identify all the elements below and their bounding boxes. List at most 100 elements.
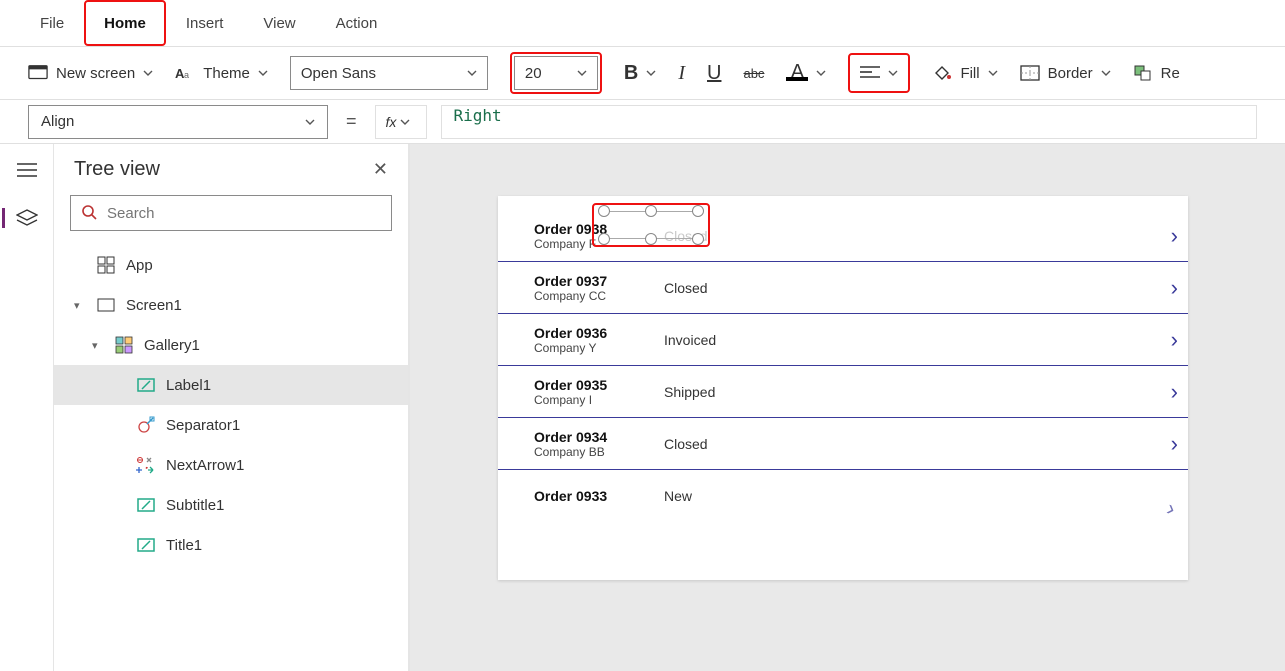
tree: App ▾ Screen1 ▾ Gallery1 Label1 Separato…	[68, 245, 394, 565]
menu-tab-file[interactable]: File	[20, 0, 84, 46]
tree-node-title[interactable]: Title1	[54, 525, 408, 565]
label-icon	[136, 375, 156, 395]
font-color-button[interactable]: A	[786, 65, 826, 81]
tree-view-title: Tree view	[74, 158, 160, 181]
hamburger-button[interactable]	[15, 160, 39, 180]
separator-icon	[136, 415, 156, 435]
border-icon	[1020, 63, 1040, 83]
main-area: Tree view ✕ App ▾ Screen1 ▾ Gall	[0, 144, 1285, 671]
theme-icon: Aa	[175, 63, 195, 83]
font-name-combo[interactable]: Open Sans	[290, 56, 488, 90]
chevron-right-icon[interactable]: ›	[1130, 223, 1178, 249]
strikethrough-button[interactable]: abc	[743, 66, 764, 81]
bold-button[interactable]: B	[624, 62, 656, 85]
tree-node-app[interactable]: App	[68, 245, 394, 285]
order-title: Order 0933	[534, 488, 664, 504]
label-icon	[136, 495, 156, 515]
tree-search-input[interactable]	[105, 204, 381, 223]
chevron-down-icon	[577, 68, 587, 78]
gallery-row[interactable]: Order 0935 Company I Shipped ›	[498, 366, 1188, 418]
screen-icon	[28, 63, 48, 83]
align-left-icon	[860, 63, 880, 83]
tree-node-nextarrow[interactable]: NextArrow1	[54, 445, 408, 485]
fx-button[interactable]: fx	[375, 105, 427, 139]
tree-node-label: Label1	[166, 377, 211, 394]
chevron-down-icon	[646, 68, 656, 78]
theme-button[interactable]: Aa Theme	[175, 63, 268, 83]
font-color-icon: A	[786, 65, 808, 81]
fill-label: Fill	[960, 65, 979, 82]
label-icon	[136, 535, 156, 555]
svg-text:a: a	[184, 70, 189, 80]
tree-view-rail-button[interactable]	[2, 208, 39, 228]
chevron-right-icon[interactable]: ›	[1130, 275, 1178, 301]
gallery-row[interactable]: Order 0936 Company Y Invoiced ›	[498, 314, 1188, 366]
order-title: Order 0934	[534, 429, 664, 445]
menu-tab-action[interactable]: Action	[316, 0, 398, 46]
new-screen-button[interactable]: New screen	[28, 63, 153, 83]
gallery-row[interactable]: Order 0937 Company CC Closed ›	[498, 262, 1188, 314]
tree-node-screen[interactable]: ▾ Screen1	[68, 285, 394, 325]
chevron-down-icon	[988, 68, 998, 78]
strikethrough-icon: abc	[743, 66, 764, 81]
gallery-row[interactable]: Order 0938 Company F Closed ›	[498, 210, 1188, 262]
new-screen-label: New screen	[56, 65, 135, 82]
menu-tab-view[interactable]: View	[243, 0, 315, 46]
order-subtitle: Company Y	[534, 341, 664, 355]
tree-node-separator[interactable]: Separator1	[54, 405, 408, 445]
status-label: New	[664, 488, 1130, 504]
underline-icon: U	[707, 62, 721, 85]
gallery[interactable]: Order 0938 Company F Closed ›	[498, 196, 1188, 522]
font-size-value: 20	[525, 65, 542, 82]
chevron-down-icon	[305, 117, 315, 127]
theme-label: Theme	[203, 65, 250, 82]
gallery-row[interactable]: Order 0934 Company BB Closed ›	[498, 418, 1188, 470]
reorder-button[interactable]: Re	[1133, 63, 1180, 83]
status-label: Closed	[664, 436, 1130, 452]
chevron-right-icon[interactable]: ›	[1125, 481, 1179, 522]
chevron-right-icon[interactable]: ›	[1130, 431, 1178, 457]
order-subtitle: Company BB	[534, 445, 664, 459]
expand-icon[interactable]: ▾	[74, 299, 86, 312]
close-icon[interactable]: ✕	[373, 159, 388, 180]
chevron-right-icon[interactable]: ›	[1130, 379, 1178, 405]
tree-node-label: Screen1	[126, 297, 182, 314]
formula-input[interactable]: Right	[441, 105, 1257, 139]
fx-label: fx	[386, 114, 397, 130]
selection-handles[interactable]	[604, 211, 698, 239]
order-title: Order 0937	[534, 273, 664, 289]
canvas-area[interactable]: Order 0938 Company F Closed ›	[410, 144, 1285, 671]
formula-bar: Align = fx Right	[0, 100, 1285, 144]
fill-button[interactable]: Fill	[932, 63, 997, 83]
italic-button[interactable]: I	[678, 62, 685, 85]
tree-node-label: Subtitle1	[166, 497, 224, 514]
tree-node-gallery[interactable]: ▾ Gallery1	[68, 325, 394, 365]
layers-icon	[16, 209, 38, 227]
gallery-row[interactable]: Order 0933 New ›	[498, 470, 1188, 522]
align-highlight	[848, 53, 910, 93]
reorder-label: Re	[1161, 65, 1180, 82]
expand-icon[interactable]: ▾	[92, 339, 104, 352]
screen-canvas[interactable]: Order 0938 Company F Closed ›	[498, 196, 1188, 580]
chevron-down-icon	[1101, 68, 1111, 78]
text-align-button[interactable]	[852, 57, 906, 89]
underline-button[interactable]: U	[707, 62, 721, 85]
menu-tab-home[interactable]: Home	[84, 0, 166, 46]
status-label: Closed	[664, 228, 1130, 244]
font-size-combo[interactable]: 20	[514, 56, 598, 90]
tree-node-label1[interactable]: Label1	[54, 365, 408, 405]
tree-node-label: App	[126, 257, 153, 274]
tree-node-label: Separator1	[166, 417, 240, 434]
status-label: Invoiced	[664, 332, 1130, 348]
tree-search[interactable]	[70, 195, 392, 231]
chevron-down-icon	[816, 68, 826, 78]
property-selector[interactable]: Align	[28, 105, 328, 139]
tree-node-subtitle[interactable]: Subtitle1	[54, 485, 408, 525]
chevron-down-icon	[143, 68, 153, 78]
chevron-right-icon[interactable]: ›	[1130, 327, 1178, 353]
tree-node-label: Title1	[166, 537, 202, 554]
app-icon	[96, 255, 116, 275]
left-rail	[0, 144, 54, 671]
menu-tab-insert[interactable]: Insert	[166, 0, 244, 46]
border-button[interactable]: Border	[1020, 63, 1111, 83]
